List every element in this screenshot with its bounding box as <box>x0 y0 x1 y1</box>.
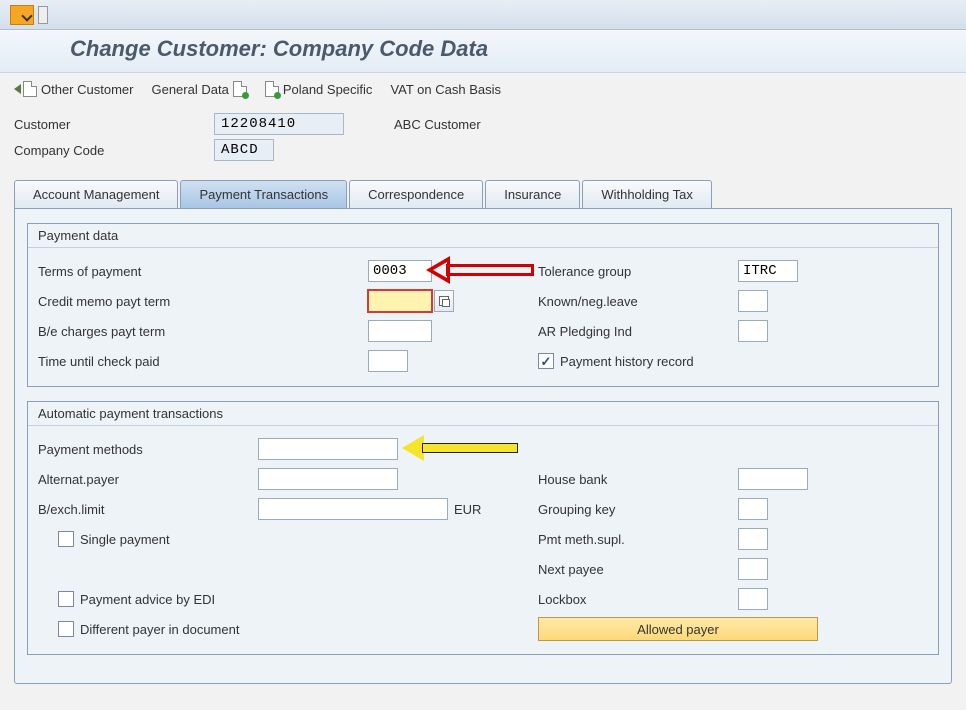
vat-cash-basis-label: VAT on Cash Basis <box>390 82 501 97</box>
general-data-label: General Data <box>151 82 228 97</box>
lockbox-input[interactable] <box>738 588 768 610</box>
tab-withholding-tax[interactable]: Withholding Tax <box>582 180 712 208</box>
allowed-payer-button[interactable]: Allowed payer <box>538 617 818 641</box>
diff-payer-doc-label: Different payer in document <box>80 622 239 637</box>
title-bar: Change Customer: Company Code Data <box>0 30 966 73</box>
bexch-limit-label: B/exch.limit <box>38 502 258 517</box>
customer-id-field <box>214 113 344 135</box>
group-auto-payment-title: Automatic payment transactions <box>28 402 938 426</box>
grouping-key-label: Grouping key <box>538 502 738 517</box>
annotation-yellow-arrow-icon <box>402 439 522 459</box>
annotation-red-arrow-icon <box>426 261 536 281</box>
terms-of-payment-label: Terms of payment <box>38 264 258 279</box>
house-bank-input[interactable] <box>738 468 808 490</box>
general-data-button[interactable]: General Data <box>151 81 246 97</box>
vat-cash-basis-button[interactable]: VAT on Cash Basis <box>390 82 501 97</box>
application-toolbar: Other Customer General Data Poland Speci… <box>0 73 966 111</box>
pmt-meth-supl-label: Pmt meth.supl. <box>538 532 738 547</box>
tab-correspondence[interactable]: Correspondence <box>349 180 483 208</box>
document-icon <box>23 81 37 97</box>
customer-id-label: Customer <box>14 117 214 132</box>
alternat-payer-input[interactable] <box>258 468 398 490</box>
poland-specific-button[interactable]: Poland Specific <box>265 81 373 97</box>
value-help-button[interactable] <box>434 290 454 312</box>
be-charges-label: B/e charges payt term <box>38 324 258 339</box>
payment-methods-label: Payment methods <box>38 442 258 457</box>
window-control-strip <box>0 0 966 30</box>
credit-memo-input[interactable] <box>368 290 432 312</box>
payment-advice-edi-checkbox[interactable] <box>58 591 74 607</box>
house-bank-label: House bank <box>538 472 738 487</box>
next-payee-label: Next payee <box>538 562 738 577</box>
bexch-limit-input[interactable] <box>258 498 448 520</box>
payment-advice-edi-label: Payment advice by EDI <box>80 592 215 607</box>
tab-strip: Account Management Payment Transactions … <box>14 180 952 209</box>
customer-name: ABC Customer <box>394 117 481 132</box>
other-customer-label: Other Customer <box>41 82 133 97</box>
diff-payer-doc-checkbox[interactable] <box>58 621 74 637</box>
known-neg-input[interactable] <box>738 290 768 312</box>
tab-account-management[interactable]: Account Management <box>14 180 178 208</box>
terms-of-payment-input[interactable] <box>368 260 432 282</box>
tab-insurance[interactable]: Insurance <box>485 180 580 208</box>
credit-memo-label: Credit memo payt term <box>38 294 258 309</box>
tab-content: Payment data Terms of payment Tolerance … <box>14 208 952 684</box>
group-payment-data-title: Payment data <box>28 224 938 248</box>
back-arrow-icon <box>14 84 21 94</box>
document-next-icon <box>233 81 247 97</box>
be-charges-input[interactable] <box>368 320 432 342</box>
payment-history-checkbox[interactable] <box>538 353 554 369</box>
bexch-limit-unit: EUR <box>454 502 481 517</box>
alternat-payer-label: Alternat.payer <box>38 472 258 487</box>
time-check-input[interactable] <box>368 350 408 372</box>
time-check-label: Time until check paid <box>38 354 258 369</box>
payment-history-label: Payment history record <box>560 354 694 369</box>
value-help-icon <box>439 296 449 306</box>
single-payment-checkbox[interactable] <box>58 531 74 547</box>
header-fields: Customer ABC Customer Company Code <box>0 111 966 179</box>
document-next-icon <box>265 81 279 97</box>
grouping-key-input[interactable] <box>738 498 768 520</box>
company-code-field <box>214 139 274 161</box>
pmt-meth-supl-input[interactable] <box>738 528 768 550</box>
command-field-icon[interactable] <box>10 5 34 25</box>
group-auto-payment: Automatic payment transactions Payment m… <box>27 401 939 655</box>
dropdown-handle-icon[interactable] <box>38 6 48 24</box>
lockbox-label: Lockbox <box>538 592 738 607</box>
page-title: Change Customer: Company Code Data <box>70 36 488 62</box>
known-neg-label: Known/neg.leave <box>538 294 738 309</box>
ar-pledging-input[interactable] <box>738 320 768 342</box>
group-payment-data: Payment data Terms of payment Tolerance … <box>27 223 939 387</box>
next-payee-input[interactable] <box>738 558 768 580</box>
tab-payment-transactions[interactable]: Payment Transactions <box>180 180 347 208</box>
poland-specific-label: Poland Specific <box>283 82 373 97</box>
ar-pledging-label: AR Pledging Ind <box>538 324 738 339</box>
single-payment-label: Single payment <box>80 532 170 547</box>
tolerance-group-input[interactable] <box>738 260 798 282</box>
other-customer-button[interactable]: Other Customer <box>14 81 133 97</box>
allowed-payer-label: Allowed payer <box>637 622 719 637</box>
payment-methods-input[interactable] <box>258 438 398 460</box>
company-code-label: Company Code <box>14 143 214 158</box>
tolerance-group-label: Tolerance group <box>538 264 738 279</box>
